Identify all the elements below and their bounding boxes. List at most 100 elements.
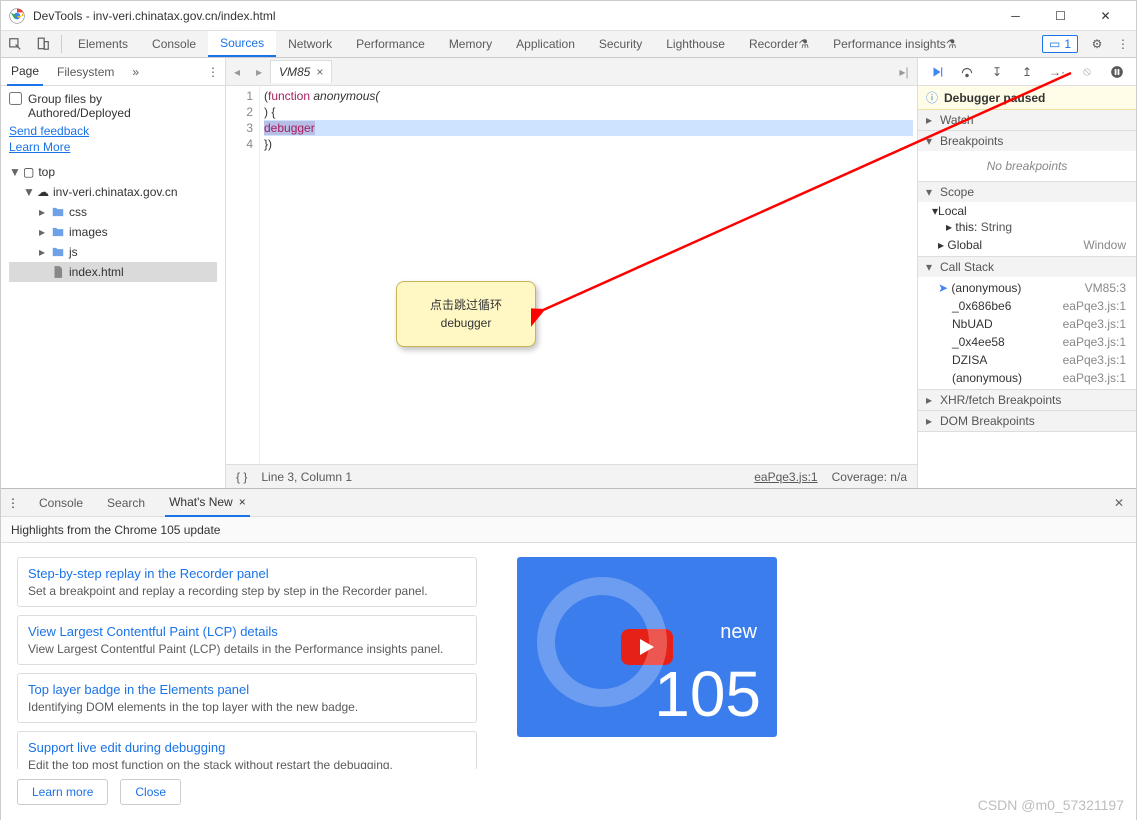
editor-nav-fwd[interactable]: ▸: [248, 65, 270, 79]
drawer-tab-search[interactable]: Search: [103, 490, 149, 516]
tree-top[interactable]: ▼▢top: [9, 162, 217, 182]
send-feedback-link[interactable]: Send feedback: [9, 124, 217, 138]
close-icon[interactable]: ×: [316, 65, 323, 79]
drawer-tab-console[interactable]: Console: [35, 490, 87, 516]
callstack-row[interactable]: _0x686be6eaPqe3.js:1: [918, 297, 1136, 315]
editor-run-icon[interactable]: ▸|: [891, 65, 917, 79]
drawer: ⋮ Console Search What's New× ✕ Highlight…: [1, 488, 1136, 821]
group-files-label-2: Authored/Deployed: [28, 106, 131, 120]
step-over-button[interactable]: [956, 61, 978, 83]
callstack-row[interactable]: ➤ (anonymous)VM85:3: [918, 279, 1136, 297]
inspect-icon[interactable]: [1, 31, 29, 57]
tab-network[interactable]: Network: [276, 31, 344, 57]
device-toggle-icon[interactable]: [29, 31, 57, 57]
pretty-print-icon[interactable]: { }: [236, 470, 247, 484]
cloud-icon: ☁: [37, 185, 49, 199]
window-title: DevTools - inv-veri.chinatax.gov.cn/inde…: [33, 9, 993, 23]
pane-scope[interactable]: ▾Scope: [918, 182, 1136, 202]
tab-memory[interactable]: Memory: [437, 31, 504, 57]
tab-sources[interactable]: Sources: [208, 31, 276, 57]
tab-console[interactable]: Console: [140, 31, 208, 57]
tab-performance[interactable]: Performance: [344, 31, 437, 57]
no-breakpoints-label: No breakpoints: [918, 153, 1136, 179]
navigator-kebab-icon[interactable]: ⋮: [207, 65, 219, 79]
info-icon: ⓘ: [926, 89, 938, 106]
close-window-button[interactable]: ✕: [1083, 1, 1128, 30]
tree-folder-images[interactable]: ▸images: [9, 222, 217, 242]
tab-lighthouse[interactable]: Lighthouse: [654, 31, 737, 57]
promo-video[interactable]: new 105: [517, 557, 777, 737]
line-number-2: 2: [228, 104, 253, 120]
maximize-button[interactable]: ☐: [1038, 1, 1083, 30]
cursor-position: Line 3, Column 1: [261, 470, 352, 484]
drawer-close-icon[interactable]: ✕: [1108, 496, 1130, 510]
code-area[interactable]: (function anonymous( ) { debugger }): [260, 86, 917, 464]
tree-folder-images-label: images: [69, 225, 108, 239]
pane-breakpoints-label: Breakpoints: [940, 134, 1003, 148]
drawer-tab-whatsnew-label: What's New: [169, 495, 233, 509]
line-number-1: 1: [228, 88, 253, 104]
pane-breakpoints[interactable]: ▾Breakpoints: [918, 131, 1136, 151]
annotation-callout: 点击跳过循环 debugger: [396, 281, 536, 347]
scope-local[interactable]: ▾Local: [918, 204, 1136, 218]
pane-dom-label: DOM Breakpoints: [940, 414, 1035, 428]
pane-callstack-label: Call Stack: [940, 260, 994, 274]
callstack-row[interactable]: (anonymous)eaPqe3.js:1: [918, 369, 1136, 387]
step-into-button[interactable]: ↧: [986, 61, 1008, 83]
tree-file-index[interactable]: index.html: [9, 262, 217, 282]
editor-tab-vm85[interactable]: VM85×: [270, 60, 332, 83]
drawer-tab-whatsnew[interactable]: What's New ×: [165, 489, 250, 517]
chrome-ring-icon: [537, 577, 667, 707]
step-button[interactable]: →·: [1046, 61, 1068, 83]
pause-exceptions-button[interactable]: [1106, 61, 1128, 83]
pane-xhr[interactable]: ▸XHR/fetch Breakpoints: [918, 390, 1136, 410]
whatsnew-card[interactable]: Step-by-step replay in the Recorder pane…: [17, 557, 477, 607]
navigator-tab-filesystem[interactable]: Filesystem: [53, 59, 118, 85]
source-link[interactable]: eaPqe3.js:1: [754, 470, 817, 484]
minimize-button[interactable]: ─: [993, 1, 1038, 30]
tree-domain-label: inv-veri.chinatax.gov.cn: [53, 185, 178, 199]
drawer-kebab-icon[interactable]: ⋮: [7, 496, 19, 510]
tree-domain[interactable]: ▼☁inv-veri.chinatax.gov.cn: [9, 182, 217, 202]
tab-recorder[interactable]: Recorder ⚗: [737, 31, 821, 57]
close-button[interactable]: Close: [120, 779, 181, 805]
folder-icon: [51, 225, 65, 239]
callstack-row[interactable]: NbUADeaPqe3.js:1: [918, 315, 1136, 333]
tree-folder-css[interactable]: ▸css: [9, 202, 217, 222]
navigator-panel: Page Filesystem » ⋮ Group files by Autho…: [1, 58, 226, 488]
whatsnew-card[interactable]: View Largest Contentful Paint (LCP) deta…: [17, 615, 477, 665]
whatsnew-card[interactable]: Top layer badge in the Elements panelIde…: [17, 673, 477, 723]
group-files-checkbox[interactable]: [9, 92, 22, 105]
settings-icon[interactable]: ⚙: [1084, 31, 1110, 57]
pane-watch[interactable]: ▸Watch: [918, 110, 1136, 130]
close-icon[interactable]: ×: [239, 495, 246, 509]
overflow-icon[interactable]: »: [132, 65, 139, 79]
callstack-row[interactable]: _0x4ee58eaPqe3.js:1: [918, 333, 1136, 351]
step-out-button[interactable]: ↥: [1016, 61, 1038, 83]
tab-elements[interactable]: Elements: [66, 31, 140, 57]
resume-button[interactable]: [926, 61, 948, 83]
callstack-row[interactable]: DZISAeaPqe3.js:1: [918, 351, 1136, 369]
editor-nav-back[interactable]: ◂: [226, 65, 248, 79]
whatsnew-card[interactable]: Support live edit during debuggingEdit t…: [17, 731, 477, 769]
pane-callstack[interactable]: ▾Call Stack: [918, 257, 1136, 277]
tree-folder-js[interactable]: ▸js: [9, 242, 217, 262]
code-l1c: anonymous(: [310, 89, 379, 103]
pane-dom[interactable]: ▸DOM Breakpoints: [918, 411, 1136, 431]
kebab-icon[interactable]: ⋮: [1110, 31, 1136, 57]
scope-global[interactable]: ▸ GlobalWindow: [918, 236, 1136, 254]
scope-this-value: String: [981, 220, 1012, 234]
scope-this[interactable]: ▸ this: String: [918, 218, 1136, 236]
tree-folder-css-label: css: [69, 205, 87, 219]
learn-more-link[interactable]: Learn More: [9, 140, 217, 154]
tab-application[interactable]: Application: [504, 31, 587, 57]
scope-global-value: Window: [1083, 238, 1126, 252]
tab-perf-insights[interactable]: Performance insights ⚗: [821, 31, 968, 57]
tab-security[interactable]: Security: [587, 31, 654, 57]
messages-badge[interactable]: ▭1: [1042, 35, 1078, 53]
code-l3: debugger: [264, 121, 315, 135]
navigator-tab-page[interactable]: Page: [7, 58, 43, 86]
scope-this-label: this: [955, 220, 974, 234]
learn-more-button[interactable]: Learn more: [17, 779, 108, 805]
deactivate-breakpoints-button[interactable]: ⦸: [1076, 61, 1098, 83]
